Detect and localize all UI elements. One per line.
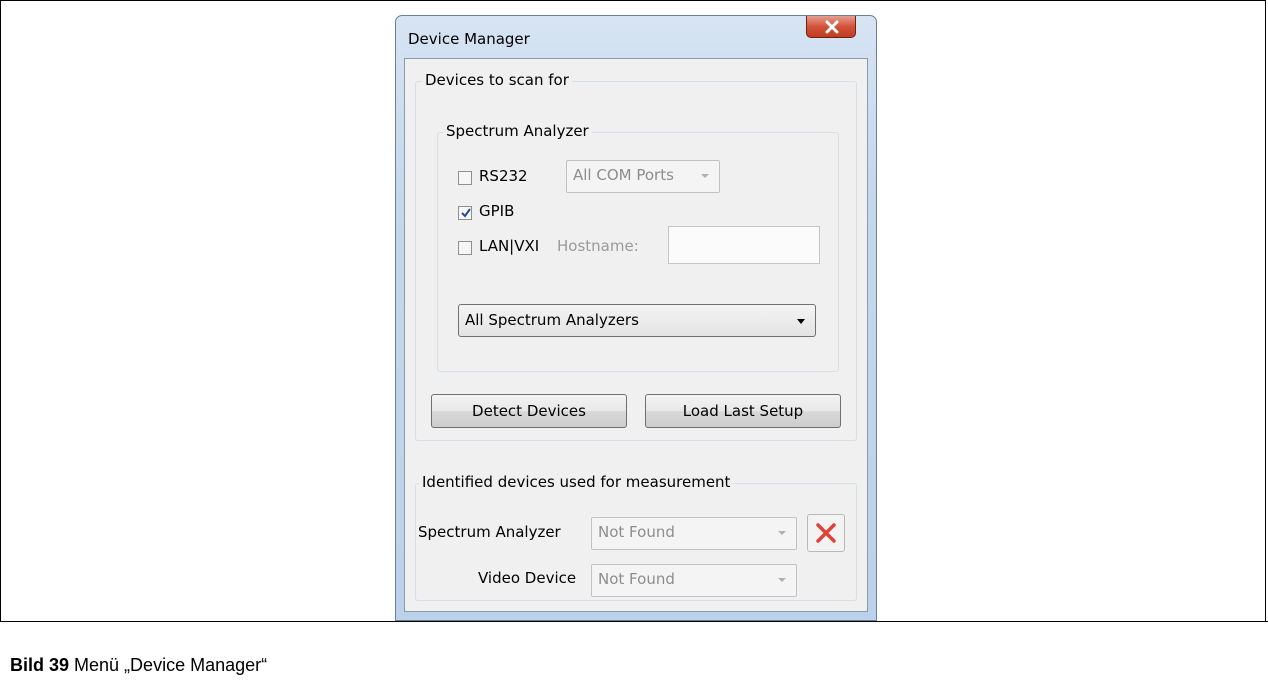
devices-to-scan-group: Devices to scan for Spectrum Analyzer RS…	[415, 71, 857, 441]
spectrum-analyzer-device-value: Not Found	[598, 523, 675, 541]
chevron-down-icon	[797, 319, 805, 324]
chevron-down-icon	[701, 174, 709, 178]
window-client-area: Devices to scan for Spectrum Analyzer RS…	[404, 58, 868, 612]
device-manager-window: Device Manager Devices to scan for Spect…	[395, 15, 877, 621]
rs232-label: RS232	[479, 167, 528, 185]
checkmark-icon	[461, 208, 471, 218]
figure-caption: Bild 39 Menü „Device Manager“	[10, 655, 267, 676]
chevron-down-icon	[778, 531, 786, 535]
com-port-select[interactable]: All COM Ports	[566, 160, 720, 193]
gpib-checkbox[interactable]	[458, 206, 472, 220]
chevron-down-icon	[778, 578, 786, 582]
remove-spectrum-analyzer-button[interactable]	[807, 514, 845, 552]
spectrum-analyzer-device-select[interactable]: Not Found	[591, 517, 797, 550]
video-device-select[interactable]: Not Found	[591, 564, 797, 597]
spectrum-analyzer-device-label: Spectrum Analyzer	[418, 523, 561, 541]
figure-caption-text: Menü „Device Manager“	[69, 655, 268, 675]
devices-to-scan-legend: Devices to scan for	[422, 71, 572, 89]
spectrum-analyzer-group: Spectrum Analyzer RS232 All COM Ports GP…	[437, 122, 839, 372]
video-device-label: Video Device	[478, 569, 577, 587]
lan-vxi-checkbox[interactable]	[458, 241, 472, 255]
load-last-setup-button[interactable]: Load Last Setup	[645, 394, 841, 428]
video-device-value: Not Found	[598, 570, 675, 588]
table-divider	[0, 621, 1268, 622]
figure-caption-number: Bild 39	[10, 655, 70, 675]
spectrum-analyzer-select-value: All Spectrum Analyzers	[465, 311, 639, 329]
spectrum-analyzer-legend: Spectrum Analyzer	[443, 122, 592, 140]
hostname-input[interactable]	[668, 226, 820, 264]
lan-vxi-label: LAN|VXI	[479, 237, 540, 255]
delete-x-icon	[816, 523, 836, 543]
window-title: Device Manager	[408, 30, 530, 48]
spectrum-analyzer-select[interactable]: All Spectrum Analyzers	[458, 304, 816, 337]
com-port-value: All COM Ports	[573, 166, 674, 184]
gpib-label: GPIB	[479, 202, 515, 220]
close-icon	[825, 20, 839, 34]
identified-devices-legend: Identified devices used for measurement	[419, 473, 734, 491]
close-button[interactable]	[806, 16, 856, 38]
rs232-checkbox[interactable]	[458, 171, 472, 185]
detect-devices-button[interactable]: Detect Devices	[431, 394, 627, 428]
hostname-label: Hostname:	[557, 237, 639, 255]
